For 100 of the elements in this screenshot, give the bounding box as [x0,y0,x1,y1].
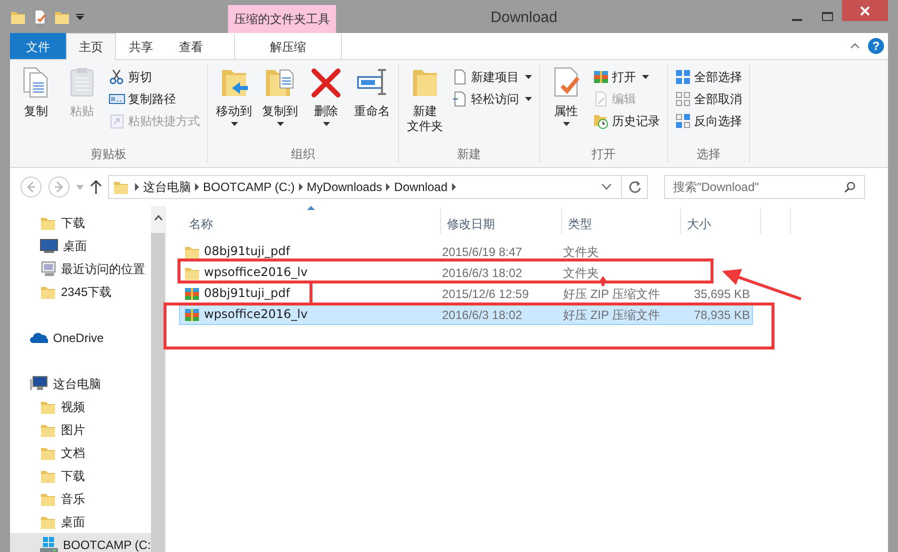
select-none-icon [675,91,691,107]
caret-icon [230,122,238,126]
caret-icon [525,97,532,101]
drive-icon [40,536,58,552]
ribbon-button[interactable]: 复制到 [259,64,301,145]
chevron-icon[interactable] [135,183,139,191]
nav-item[interactable]: 桌面 [10,234,87,257]
ribbon-button[interactable]: 剪切 [107,66,202,88]
scissors-icon [109,69,125,85]
ribbon-button[interactable]: 全部取消 [673,88,744,110]
file-row[interactable]: wpsoffice2016_lv 2016/6/3 18:02 好压 ZIP 压缩文件 78,935 KB [179,304,753,325]
nav-item[interactable]: 下载 [10,464,85,487]
close-icon [860,6,870,16]
search-field[interactable]: 搜索"Download" [664,175,865,199]
address-bar[interactable]: 这台电脑 BOOTCAMP (C:) MyDownloads Download [108,175,622,199]
ribbon-button[interactable]: 属性 [545,64,587,145]
caret-icon [525,75,532,79]
ribbon-button[interactable]: 全部选择 [673,66,744,88]
easy-access-icon [452,91,468,107]
nav-item[interactable]: 桌面 [10,510,85,533]
caret-icon [276,122,284,126]
ribbon-button[interactable]: 删除 [305,64,347,145]
nav-item[interactable]: 视频 [10,395,85,418]
chevron-icon[interactable] [386,183,390,191]
archive-icon [184,306,200,322]
contextual-tab-label: 压缩的文件夹工具 [228,5,336,33]
file-type: 文件夹 [563,266,599,280]
folder-icon [113,179,129,195]
group-label: 组织 [290,146,316,163]
breadcrumb[interactable]: BOOTCAMP (C:) [199,178,299,196]
monitor-icon [40,238,58,252]
caret-icon [642,75,649,79]
dropdown-icon[interactable] [602,184,611,190]
ribbon-button[interactable]: 复制路径 [107,88,202,110]
search-icon [844,181,856,193]
caret-icon [562,122,570,126]
dropdown-icon[interactable] [76,14,84,20]
ribbon-tab[interactable]: 主页 [66,33,116,60]
breadcrumb[interactable]: MyDownloads [302,178,386,196]
ribbon-button[interactable]: 新建 文件夹 [404,64,446,145]
column-header[interactable]: 修改日期 [441,208,562,234]
ribbon-tab[interactable]: 文件 [10,33,66,59]
chevron-icon[interactable] [298,183,303,191]
modified-date: 2016/6/3 18:02 [441,264,524,280]
nav-item[interactable]: BOOTCAMP (C: [10,533,151,552]
new-item-icon [452,69,468,85]
computer-icon [30,376,48,391]
file-row[interactable]: wpsoffice2016_lv 2016/6/3 18:02 文件夹 [179,262,753,283]
chevron-icon[interactable] [452,183,456,191]
file-size: 78,935 KB [692,306,751,322]
help-button[interactable]: ? [868,38,884,54]
file-type: 文件夹 [563,244,599,258]
ribbon-button[interactable]: 重命名 [351,64,393,145]
column-header[interactable]: 名称 [171,208,441,234]
ribbon-button[interactable]: 复制 [15,64,57,145]
modified-date: 2015/6/19 8:47 [441,244,524,260]
column-header[interactable]: 大小 [681,208,761,234]
nav-item[interactable]: 2345下载 [10,280,112,303]
search-placeholder: 搜索"Download" [673,179,759,196]
file-row[interactable]: 08bj91tuji_pdf 2015/12/6 12:59 好压 ZIP 压缩文件 35,695 KB [179,283,753,304]
refresh-icon [628,181,640,193]
nav-item[interactable]: 图片 [10,418,85,441]
ribbon-button[interactable]: 新建项目 [450,66,534,88]
chevron-icon[interactable] [195,183,199,191]
nav-item[interactable]: 文档 [10,441,85,464]
nav-item[interactable]: 下载 [10,211,85,234]
breadcrumb[interactable]: Download [390,178,452,196]
modified-date: 2016/6/3 18:02 [441,306,524,322]
column-header[interactable]: 类型 [562,208,681,234]
ribbon-button[interactable]: 移动到 [213,64,255,145]
nav-item[interactable]: 最近访问的位置 [10,257,145,280]
refresh-button[interactable] [621,175,648,199]
file-row[interactable]: 08bj91tuji_pdf 2015/6/19 8:47 文件夹 [179,241,753,262]
file-name: wpsoffice2016_lv [204,306,308,323]
window-title: Download [490,8,558,28]
group-label: 剪贴板 [90,146,128,163]
nav-item[interactable]: 这台电脑 [10,372,101,395]
ribbon-tab[interactable]: 查看 [166,33,216,59]
ribbon-button[interactable]: 反向选择 [673,110,744,132]
breadcrumb[interactable]: 这台电脑 [139,178,195,196]
file-name: wpsoffice2016_lv [204,264,308,281]
up-arrow-icon[interactable] [90,180,102,194]
annotation-arrow [598,276,608,286]
ribbon-tab[interactable]: 解压缩 [234,33,342,59]
maximize-icon[interactable] [822,12,832,21]
collapse-ribbon-icon[interactable] [850,43,860,49]
cloud-icon [30,332,48,343]
nav-item[interactable]: 音乐 [10,487,85,510]
group-label: 选择 [696,146,722,163]
scroll-up-icon[interactable] [154,215,162,221]
close-button[interactable] [842,0,888,21]
recent-places-icon [40,260,56,276]
caret-icon [322,122,330,126]
ribbon-button[interactable]: 轻松访问 [450,88,534,110]
nav-item[interactable]: OneDrive [10,326,104,349]
file-name: 08bj91tuji_pdf [204,243,290,260]
ribbon-button[interactable]: 打开 [591,66,662,88]
ribbon-tab[interactable]: 共享 [116,33,166,59]
ribbon-button[interactable]: 历史记录 [591,110,662,132]
history-icon [593,113,609,129]
